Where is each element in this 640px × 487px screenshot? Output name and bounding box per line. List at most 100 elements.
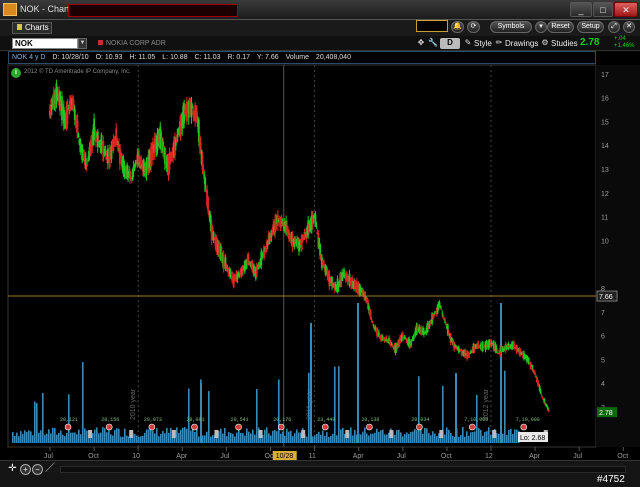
plot-area [7,64,597,448]
volume-bar [162,430,164,443]
volume-bar [152,430,154,443]
volume-bar [352,435,354,443]
volume-bar [222,433,224,443]
time-scrollbar[interactable] [60,466,626,473]
volume-bar [268,433,270,443]
volume-bar [432,431,434,443]
volume-bar [54,428,56,443]
volume-bar [400,432,402,443]
draw-line-icon[interactable]: ／ [45,464,56,475]
volume-bar [328,436,330,443]
x-tick-label: Apr [529,453,541,460]
dividend-event-icon [258,430,263,438]
volume-bar [314,435,316,443]
zoom-in-icon[interactable]: + [20,464,31,475]
volume-bar [100,432,102,443]
volume-bar [334,366,336,443]
info-icon[interactable]: i [11,68,21,78]
volume-bar [458,436,460,443]
volume-spike [310,323,312,443]
volume-bar [196,428,198,443]
volume-bar [16,432,18,443]
volume-bar [78,429,80,443]
volume-bar [370,433,372,443]
volume-bar [60,430,62,443]
volume-bar [444,434,446,443]
y-tick-label: 8 [601,286,605,293]
volume-label: 20,034 [411,417,429,423]
x-tick-label: Oct [617,453,628,460]
volume-bar [266,427,268,443]
y-tick-label: 7 [601,310,605,317]
candle-body [412,334,415,340]
volume-bar [464,436,466,443]
volume-bar [404,434,406,443]
volume-bar [248,431,250,443]
y-tick-label: 10 [601,238,609,245]
volume-bar [232,433,234,443]
crosshair-icon[interactable]: ✛ [7,464,18,475]
earnings-event-icon [366,423,373,431]
volume-bar [296,429,298,443]
earnings-event-icon [191,423,198,431]
volume-bar [460,435,462,443]
volume-bar [412,431,414,443]
earnings-event-icon [468,423,476,431]
volume-bar [380,430,382,443]
volume-bar [506,434,508,443]
volume-bar [414,429,416,443]
volume-bar [160,433,162,443]
volume-bar [422,433,424,443]
volume-bar [448,429,450,443]
volume-bar [450,433,452,443]
last-price-label: 2.78 [599,410,613,417]
volume-bar [292,436,294,443]
volume-bar [64,436,66,443]
volume-bar [284,435,286,443]
x-tick-label: Apr [353,453,365,460]
dividend-event-icon [439,430,444,438]
volume-bar [194,431,196,443]
volume-bar [42,393,44,443]
candle-body [547,409,550,412]
volume-bar [230,432,232,443]
volume-bar [502,433,504,443]
volume-bar [50,433,52,443]
volume-label: 23,449 [317,417,335,423]
volume-bar [224,428,226,443]
volume-bar [44,434,46,443]
volume-bar [92,433,94,443]
volume-bar [384,434,386,443]
zoom-out-icon[interactable]: − [32,464,43,475]
volume-bar [320,434,322,443]
volume-bar [74,432,76,443]
x-tick-label: Jul [397,453,406,460]
volume-bar [326,432,328,443]
volume-bar [210,436,212,443]
y-tick-label: 12 [601,191,609,198]
volume-bar [406,432,408,443]
volume-label: 20,541 [231,417,249,423]
earnings-event-icon [235,423,242,431]
volume-bar [416,429,418,443]
volume-bar [466,431,468,443]
candle-body [371,321,374,324]
y-tick-label: 14 [601,143,609,150]
volume-bar [134,434,136,443]
volume-bar [146,429,148,443]
volume-bar [410,432,412,443]
volume-bar [124,428,126,443]
volume-bar [360,434,362,443]
volume-bar [198,436,200,443]
volume-bar [474,431,476,443]
volume-bar [504,370,506,443]
volume-bar [24,430,26,443]
volume-bar [158,436,160,443]
volume-bar [350,427,352,443]
volume-bar [388,432,390,443]
volume-bar [430,435,432,443]
volume-bar [138,436,140,443]
candle-body [138,155,141,163]
volume-bar [114,430,116,443]
volume-bar [180,429,182,443]
